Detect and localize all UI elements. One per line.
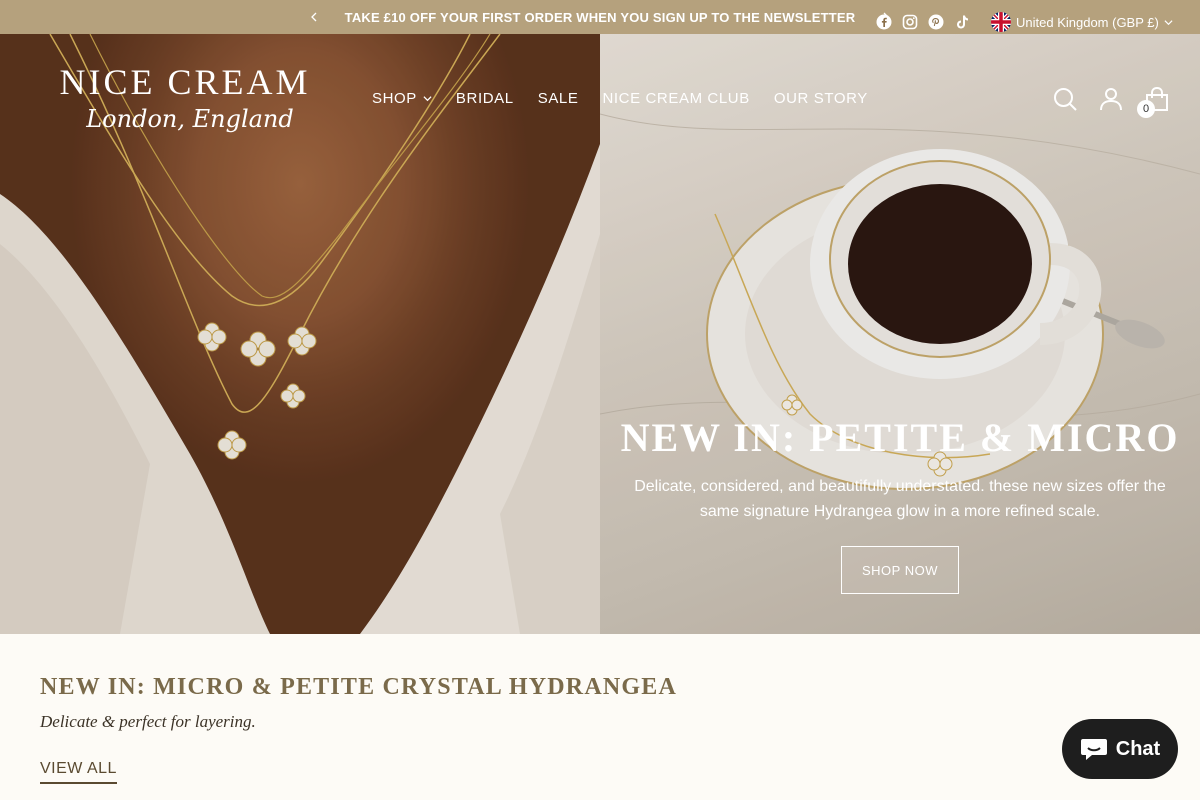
chevron-down-icon: [423, 90, 432, 107]
search-icon[interactable]: [1052, 86, 1078, 112]
cart-icon[interactable]: 0: [1137, 86, 1170, 118]
cart-count-badge: 0: [1137, 100, 1155, 118]
nav-item-sale[interactable]: SALE: [538, 90, 579, 107]
hero-title: NEW IN: PETITE & MICRO: [620, 415, 1180, 460]
shop-now-button[interactable]: SHOP NOW: [841, 546, 959, 594]
uk-flag-icon: [991, 12, 1011, 32]
locale-label: United Kingdom (GBP £): [1016, 14, 1159, 30]
pinterest-icon[interactable]: [928, 14, 944, 30]
instagram-icon[interactable]: [902, 14, 918, 30]
nav-item-bridal[interactable]: BRIDAL: [456, 90, 514, 107]
chat-button[interactable]: Chat: [1062, 719, 1178, 779]
logo-sub-text: London, England: [86, 105, 294, 133]
view-all-link[interactable]: VIEW ALL: [40, 760, 117, 784]
hero-subtitle: Delicate, considered, and beautifully un…: [634, 478, 1166, 520]
chevron-left-icon[interactable]: [306, 9, 322, 25]
nav-item-shop[interactable]: SHOP: [372, 90, 432, 107]
announcement-text[interactable]: TAKE £10 OFF YOUR FIRST ORDER WHEN YOU S…: [345, 10, 856, 25]
site-logo[interactable]: NICE CREAM London, England: [54, 62, 316, 152]
nav-item-our-story[interactable]: OUR STORY: [774, 90, 868, 107]
section-title: NEW IN: MICRO & PETITE CRYSTAL HYDRANGEA: [40, 674, 677, 700]
nav-item-label: SHOP: [372, 90, 417, 107]
logo-main-text: NICE CREAM: [59, 62, 311, 102]
social-links: [876, 14, 970, 30]
facebook-icon[interactable]: [876, 14, 892, 30]
chat-bubble-icon: [1080, 739, 1107, 760]
main-nav: SHOP BRIDAL SALE NICE CREAM CLUB OUR STO…: [372, 90, 868, 107]
section-subtitle: Delicate & perfect for layering.: [40, 712, 256, 731]
chat-label: Chat: [1115, 737, 1161, 760]
header-actions: 0: [1052, 86, 1170, 118]
account-icon[interactable]: [1098, 86, 1124, 112]
chevron-down-icon: [1164, 19, 1173, 25]
locale-selector[interactable]: United Kingdom (GBP £): [991, 12, 1173, 32]
nav-item-nice-cream-club[interactable]: NICE CREAM CLUB: [602, 90, 749, 107]
tiktok-icon[interactable]: [954, 14, 970, 30]
